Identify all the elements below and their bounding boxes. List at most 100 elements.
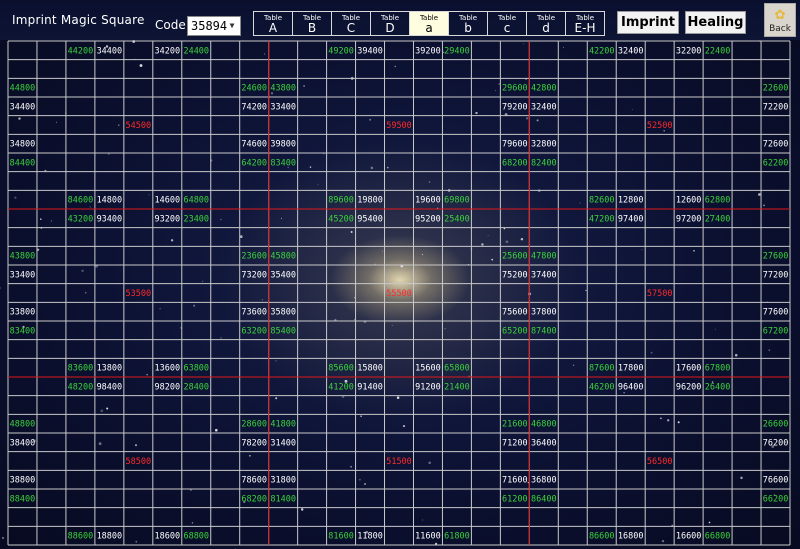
tab-label: E-H (574, 21, 596, 35)
star-dot (55, 121, 57, 123)
star-dot (572, 364, 575, 366)
grid-cell-value: 11600 (415, 532, 441, 542)
star-dot (50, 220, 52, 222)
page-title: Imprint Magic Square (12, 13, 145, 27)
star-dot (579, 202, 581, 204)
star-dot (239, 235, 243, 239)
grid-cell-value: 72600 (763, 140, 789, 150)
imprint-button[interactable]: Imprint (617, 11, 679, 34)
star-dot (631, 109, 633, 111)
grid-cell-value: 39200 (415, 46, 441, 56)
grid-cell-value: 17600 (676, 364, 702, 374)
tab-table-C[interactable]: Table C (332, 12, 371, 35)
grid-cell-value: 38400 (10, 438, 36, 448)
grid-cell-value: 12600 (676, 196, 702, 206)
star-dot (661, 539, 665, 543)
grid-cell-value: 34200 (155, 46, 181, 56)
star-dot (134, 444, 138, 447)
grid-cell-value: 33800 (10, 308, 36, 318)
star-dot (360, 415, 362, 417)
grid-cell-value: 22600 (763, 84, 789, 94)
star-dot (81, 269, 84, 273)
star-dot (354, 297, 356, 299)
grid-cell-value: 13600 (155, 364, 181, 374)
grid-cell-value: 25600 (502, 252, 528, 262)
grid-cell-value: 97400 (618, 214, 644, 224)
grid-cell-value: 49200 (328, 46, 354, 56)
grid-cell-value: 89600 (328, 196, 354, 206)
star-dot (667, 419, 670, 422)
grid-cell-value: 87600 (589, 364, 615, 374)
grid-cell-value: 68200 (502, 158, 528, 168)
star-dot (370, 166, 374, 170)
flower-icon: ✿ (774, 4, 786, 24)
grid-cell-value: 28600 (241, 420, 267, 430)
grid-cell-value: 44800 (10, 84, 36, 94)
star-dot (369, 118, 372, 121)
grid-cell-value: 73200 (241, 270, 267, 280)
star-dot (118, 124, 120, 126)
grid-cell-value: 43800 (270, 84, 296, 94)
grid-cell-value: 83600 (68, 364, 94, 374)
header-bar: Imprint Magic Square Code: 35894 ▼ Table… (0, 0, 800, 40)
code-label: Code: (155, 18, 190, 32)
grid-cell-value: 84600 (68, 196, 94, 206)
star-dot (354, 319, 355, 321)
star-dot (84, 291, 87, 294)
code-select[interactable]: 35894 ▼ (187, 16, 241, 36)
star-dot (317, 184, 319, 185)
grid-cell-value: 59500 (386, 121, 412, 131)
tab-label: d (542, 21, 550, 35)
tab-table-D[interactable]: Table D (371, 12, 410, 35)
tab-table-e-h[interactable]: Table E-H (566, 12, 604, 35)
grid-cell-value: 81400 (270, 494, 296, 504)
grid-cell-value: 38800 (10, 476, 36, 486)
tab-table-B[interactable]: Table B (293, 12, 332, 35)
grid-cell-value: 67800 (705, 364, 731, 374)
grid-cell-value: 21400 (444, 382, 470, 392)
grid-cell-value: 61200 (502, 494, 528, 504)
star-dot (520, 237, 524, 241)
tab-table-b[interactable]: Table b (449, 12, 488, 35)
grid-cell-value: 31400 (270, 438, 296, 448)
star-dot (740, 476, 743, 480)
grid-cell-value: 82400 (531, 158, 557, 168)
grid-cell-value: 29600 (502, 84, 528, 94)
grid-cell-value: 86400 (531, 494, 557, 504)
star-dot (359, 478, 361, 481)
grid-cell-value: 61800 (444, 532, 470, 542)
grid-cell-value: 25400 (444, 214, 470, 224)
healing-button[interactable]: Healing (685, 11, 746, 34)
table-tabs: Table A Table B Table C Table D Table a Table… (253, 11, 605, 36)
grid-cell-value: 52500 (647, 121, 673, 131)
star-dot (563, 46, 565, 48)
star-dot (768, 349, 771, 351)
grid-cell-value: 13800 (97, 364, 123, 374)
star-dot (89, 206, 91, 208)
tab-table-a[interactable]: Table a (410, 12, 449, 35)
star-dot (677, 421, 680, 424)
grid-cell-value: 98200 (155, 382, 181, 392)
tab-table-A[interactable]: Table A (254, 12, 293, 35)
star-dot (220, 337, 222, 339)
grid-cell-value: 79600 (502, 140, 528, 150)
grid-cell-value: 22400 (705, 46, 731, 56)
grid-cell-value: 64800 (183, 196, 209, 206)
star-dot (193, 304, 196, 307)
grid-cell-value: 27400 (705, 214, 731, 224)
tab-table-d[interactable]: Table d (527, 12, 566, 35)
grid-cell-value: 77600 (763, 308, 789, 318)
star-dot (202, 280, 204, 282)
tab-table-c[interactable]: Table c (488, 12, 527, 35)
grid-cell-value: 63800 (183, 364, 209, 374)
grid-cell-value: 37800 (531, 308, 557, 318)
back-button[interactable]: ✿ Back (764, 3, 796, 37)
grid-cell-value: 62800 (705, 196, 731, 206)
grid-cell-value: 19800 (357, 196, 383, 206)
grid-cell-value: 31800 (270, 476, 296, 486)
grid-cell-value: 81600 (328, 532, 354, 542)
grid-cell-value: 54500 (126, 121, 152, 131)
grid-cell-value: 27600 (763, 252, 789, 262)
star-dot (264, 53, 265, 55)
grid-cell-value: 75200 (502, 270, 528, 280)
